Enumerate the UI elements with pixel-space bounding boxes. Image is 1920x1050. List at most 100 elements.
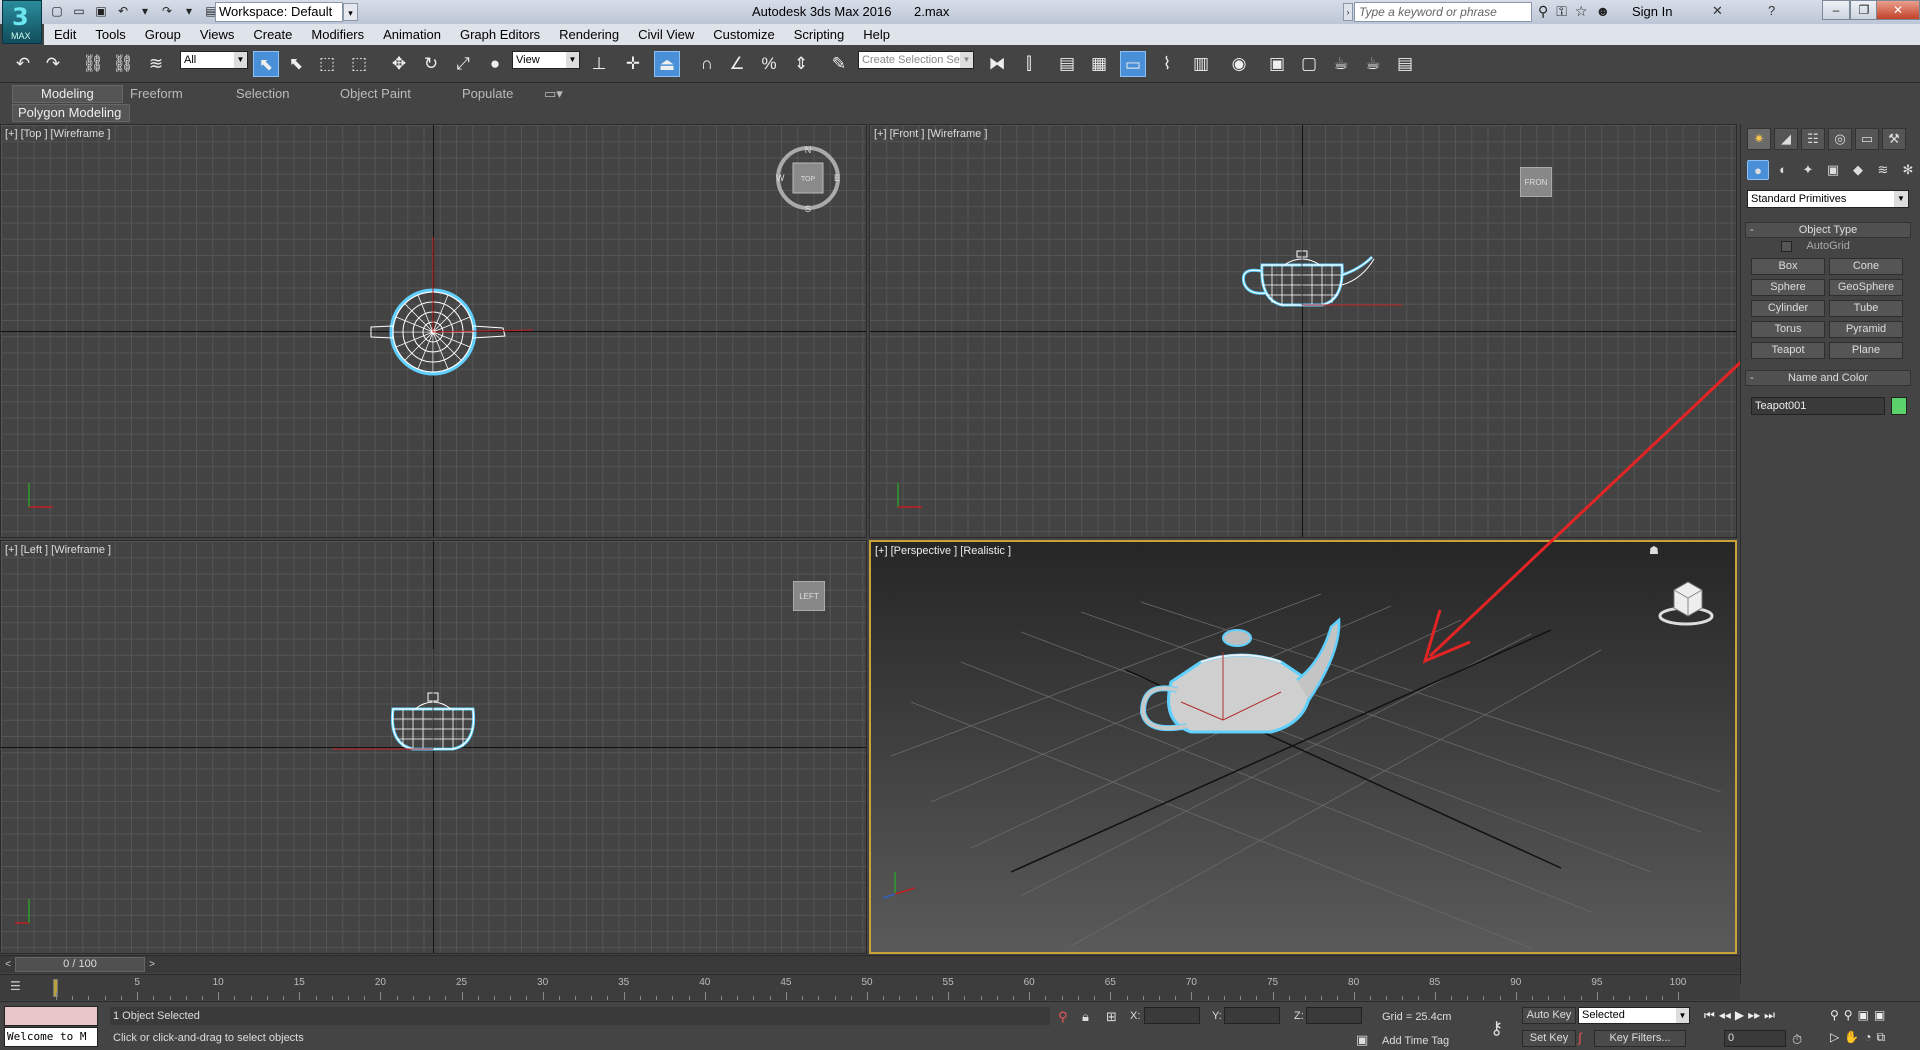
- redo-icon[interactable]: ↷: [158, 3, 176, 20]
- menu-tools[interactable]: Tools: [95, 27, 125, 42]
- teapot-button[interactable]: Teapot: [1751, 342, 1825, 359]
- scale-icon[interactable]: ⤢: [450, 51, 476, 77]
- default-in-out-tangents-icon[interactable]: ∫: [1578, 1030, 1582, 1045]
- save-icon[interactable]: ▣: [92, 3, 110, 20]
- undo-dropdown-icon[interactable]: ▾: [136, 3, 154, 20]
- new-file-icon[interactable]: ▢: [48, 3, 66, 20]
- viewcube-front[interactable]: FRON: [1520, 167, 1552, 197]
- render-iterative-icon[interactable]: ☕: [1360, 51, 1386, 77]
- help-icon[interactable]: ?: [1768, 3, 1775, 18]
- named-selection-dropdown[interactable]: Create Selection Se ▼: [858, 51, 974, 69]
- workspace-dropdown[interactable]: Workspace: Default ▾: [215, 2, 358, 22]
- x-coordinate-input[interactable]: [1144, 1007, 1200, 1024]
- link-icon[interactable]: ⛓: [80, 51, 106, 77]
- menu-rendering[interactable]: Rendering: [559, 27, 619, 42]
- app-logo-button[interactable]: 3 MAX: [2, 0, 42, 44]
- lights-icon[interactable]: ✦: [1797, 160, 1819, 180]
- menu-customize[interactable]: Customize: [713, 27, 774, 42]
- key-selection-dropdown[interactable]: Selected ▼: [1578, 1007, 1690, 1024]
- window-crossing-icon[interactable]: ⬚: [346, 51, 372, 77]
- menu-group[interactable]: Group: [145, 27, 181, 42]
- ribbon-polygon-modeling[interactable]: Polygon Modeling: [12, 104, 130, 122]
- viewport-front[interactable]: [+] [Front ] [Wireframe ] FRON: [869, 124, 1737, 538]
- mirror-icon[interactable]: ⧓: [984, 51, 1010, 77]
- helpers-icon[interactable]: ◆: [1847, 160, 1869, 180]
- place-icon[interactable]: ●: [482, 51, 508, 77]
- cone-button[interactable]: Cone: [1829, 258, 1903, 275]
- tab-object-paint[interactable]: Object Paint: [340, 86, 411, 102]
- systems-icon[interactable]: ✻: [1897, 160, 1919, 180]
- time-slider-prev-icon[interactable]: <: [2, 958, 14, 972]
- align-icon[interactable]: ⫿: [1016, 51, 1042, 77]
- go-to-start-icon[interactable]: ⏮: [1704, 1008, 1715, 1023]
- undo-icon[interactable]: ↶: [10, 51, 36, 77]
- menu-scripting[interactable]: Scripting: [794, 27, 845, 42]
- absolute-mode-icon[interactable]: ⊞: [1106, 1009, 1117, 1025]
- user-icon[interactable]: ☻: [1595, 3, 1610, 20]
- set-key-button[interactable]: Set Key: [1522, 1030, 1576, 1047]
- tab-selection[interactable]: Selection: [236, 86, 289, 102]
- menu-views[interactable]: Views: [200, 27, 234, 42]
- go-to-end-icon[interactable]: ⏭: [1764, 1008, 1775, 1023]
- binoculars-icon[interactable]: ⚲: [1538, 3, 1548, 20]
- material-editor-icon[interactable]: ◉: [1226, 51, 1252, 77]
- render-production-icon[interactable]: ☕: [1328, 51, 1354, 77]
- tab-freeform[interactable]: Freeform: [130, 86, 183, 102]
- mini-curve-editor-icon[interactable]: ☰: [10, 979, 30, 995]
- redo-dropdown-icon[interactable]: ▾: [180, 3, 198, 20]
- zoom-extents-all-icon[interactable]: ▣: [1874, 1008, 1885, 1022]
- box-button[interactable]: Box: [1751, 258, 1825, 275]
- redo-icon[interactable]: ↷: [40, 51, 66, 77]
- spacewarps-icon[interactable]: ≋: [1872, 160, 1894, 180]
- field-of-view-icon[interactable]: ▷: [1830, 1030, 1839, 1045]
- display-tab-icon[interactable]: ▭: [1855, 128, 1879, 150]
- pan-icon[interactable]: ✋: [1844, 1030, 1859, 1045]
- rendered-frame-icon[interactable]: ▢: [1296, 51, 1322, 77]
- scene-explorer-icon[interactable]: ▭: [1120, 51, 1146, 77]
- autogrid-checkbox[interactable]: AutoGrid: [1781, 240, 1850, 252]
- create-tab-icon[interactable]: ✷: [1747, 128, 1771, 150]
- time-tag-icon[interactable]: ▣: [1356, 1032, 1368, 1048]
- tab-populate[interactable]: Populate: [462, 86, 513, 102]
- time-slider-next-icon[interactable]: >: [146, 958, 158, 972]
- sphere-button[interactable]: Sphere: [1751, 279, 1825, 296]
- object-color-swatch[interactable]: [1891, 397, 1907, 415]
- pivot-center-icon[interactable]: ⊥: [586, 51, 612, 77]
- curve-editor-icon[interactable]: ⌇: [1154, 51, 1180, 77]
- workspace-more-icon[interactable]: ▾: [343, 3, 358, 21]
- cylinder-button[interactable]: Cylinder: [1751, 300, 1825, 317]
- edit-named-selection-icon[interactable]: ✎: [826, 51, 852, 77]
- angle-snap-icon[interactable]: ∠: [724, 51, 750, 77]
- reference-coordinate-dropdown[interactable]: View ▼: [512, 51, 580, 69]
- minimize-button[interactable]: –: [1822, 0, 1850, 20]
- keyboard-shortcut-override-icon[interactable]: ⏏: [654, 51, 680, 77]
- torus-button[interactable]: Torus: [1751, 321, 1825, 338]
- cameras-icon[interactable]: ▣: [1822, 160, 1844, 180]
- utilities-tab-icon[interactable]: ⚒: [1882, 128, 1906, 150]
- menu-help[interactable]: Help: [863, 27, 890, 42]
- object-name-input[interactable]: Teapot001: [1751, 397, 1885, 415]
- search-arrow-icon[interactable]: ›: [1343, 3, 1353, 21]
- selection-lock-icon[interactable]: 🔒︎: [1082, 1009, 1089, 1025]
- plane-button[interactable]: Plane: [1829, 342, 1903, 359]
- add-time-tag[interactable]: Add Time Tag: [1382, 1035, 1449, 1047]
- snaps-toggle-icon[interactable]: ∩: [694, 51, 720, 77]
- auto-key-button[interactable]: Auto Key: [1522, 1007, 1576, 1024]
- maximize-viewport-icon[interactable]: ⧉: [1876, 1030, 1885, 1045]
- undo-icon[interactable]: ↶: [114, 3, 132, 20]
- exchange-icon[interactable]: ✕: [1712, 3, 1723, 19]
- restore-button[interactable]: ❐: [1850, 0, 1878, 20]
- unlink-icon[interactable]: ⛓: [110, 51, 136, 77]
- geosphere-button[interactable]: GeoSphere: [1829, 279, 1903, 296]
- tab-modeling[interactable]: Modeling: [12, 85, 123, 103]
- hierarchy-tab-icon[interactable]: ☷: [1801, 128, 1825, 150]
- z-coordinate-input[interactable]: [1306, 1007, 1362, 1024]
- subscription-icon[interactable]: ⚿: [1556, 3, 1567, 20]
- maxscript-listener-top[interactable]: [4, 1006, 98, 1026]
- time-slider-thumb[interactable]: 0 / 100: [15, 957, 145, 972]
- menu-edit[interactable]: Edit: [54, 27, 76, 42]
- bind-spacewarp-icon[interactable]: ≋: [143, 51, 169, 77]
- select-by-name-icon[interactable]: ⬉: [283, 51, 309, 77]
- motion-tab-icon[interactable]: ◎: [1828, 128, 1852, 150]
- menu-civil-view[interactable]: Civil View: [638, 27, 694, 42]
